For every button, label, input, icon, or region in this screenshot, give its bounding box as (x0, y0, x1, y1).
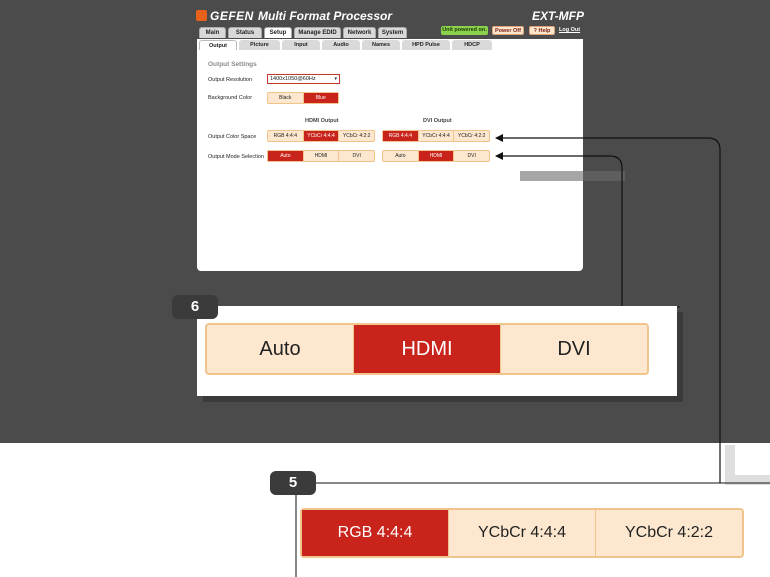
output-mode-zoom: Auto HDMI DVI (205, 323, 649, 375)
brand-logo-text: GEFEN (210, 9, 254, 23)
dvi-ycbcr422-option[interactable]: YCbCr 4:2:2 (454, 131, 489, 141)
header: GEFEN Multi Format Processor EXT-MFP (196, 9, 586, 25)
color-space-label: Output Color Space (208, 134, 257, 140)
dvi-ycbcr444-option[interactable]: YCbCr 4:4:4 (419, 131, 455, 141)
tab-manage-edid[interactable]: Manage EDID (294, 27, 341, 38)
dvi-output-mode-selector: Auto HDMI DVI (382, 150, 490, 162)
callout-badge-5: 5 (270, 471, 316, 495)
help-button[interactable]: ? Help (529, 26, 555, 35)
hdmi-ycbcr444-option[interactable]: YCbCr 4:4:4 (303, 131, 340, 141)
dvi-mode-auto-option[interactable]: Auto (383, 151, 419, 161)
subtab-picture[interactable]: Picture (239, 40, 280, 50)
hdmi-mode-hdmi-option[interactable]: HDMI (304, 151, 340, 161)
background-color-selector: Black Blue (267, 92, 339, 104)
settings-panel: Output Picture Input Audio Names HPD Pul… (197, 39, 583, 271)
dropdown-arrow-icon: ▾ (334, 76, 337, 82)
tab-setup[interactable]: Setup (264, 27, 292, 38)
background-blue-option[interactable]: Blue (303, 93, 338, 103)
zoom-mode-auto-option[interactable]: Auto (207, 325, 354, 373)
hdmi-rgb444-option[interactable]: RGB 4:4:4 (268, 131, 304, 141)
app-title: Multi Format Processor (258, 9, 393, 23)
hdmi-mode-auto-option[interactable]: Auto (268, 151, 304, 161)
tab-system[interactable]: System (378, 27, 407, 38)
hdmi-ycbcr422-option[interactable]: YCbCr 4:2:2 (339, 131, 374, 141)
subtab-names[interactable]: Names (362, 40, 400, 50)
resolution-label: Output Resolution (208, 77, 253, 83)
dvi-color-space-selector: RGB 4:4:4 YCbCr 4:4:4 YCbCr 4:2:2 (382, 130, 490, 142)
hdmi-mode-dvi-option[interactable]: DVI (339, 151, 374, 161)
resolution-value: 1400x1050@60Hz (270, 76, 316, 82)
hdmi-output-mode-selector: Auto HDMI DVI (267, 150, 375, 162)
dvi-mode-hdmi-option[interactable]: HDMI (418, 151, 455, 161)
tab-network[interactable]: Network (343, 27, 376, 38)
callout-badge-6: 6 (172, 295, 218, 319)
zoom-mode-hdmi-option[interactable]: HDMI (354, 325, 501, 373)
color-space-zoom: RGB 4:4:4 YCbCr 4:4:4 YCbCr 4:2:2 (300, 508, 744, 558)
output-mode-label: Output Mode Selection (208, 154, 264, 160)
subtab-hdcp[interactable]: HDCP (452, 40, 492, 50)
zoom-ycbcr444-option[interactable]: YCbCr 4:4:4 (449, 510, 596, 556)
subtab-audio[interactable]: Audio (322, 40, 360, 50)
dvi-mode-dvi-option[interactable]: DVI (454, 151, 489, 161)
logout-link[interactable]: Log Out (559, 26, 580, 35)
power-off-button[interactable]: Power Off (492, 26, 524, 35)
hdmi-output-header: HDMI Output (305, 118, 339, 124)
subtab-input[interactable]: Input (282, 40, 320, 50)
background-black-option[interactable]: Black (268, 93, 304, 103)
subtabs: Output Picture Input Audio Names HPD Pul… (199, 40, 581, 50)
resolution-select[interactable]: 1400x1050@60Hz ▾ (267, 74, 340, 84)
subtab-output[interactable]: Output (199, 40, 237, 50)
subtab-hpd-pulse[interactable]: HPD Pulse (402, 40, 450, 50)
dvi-rgb444-option[interactable]: RGB 4:4:4 (383, 131, 419, 141)
hdmi-color-space-selector: RGB 4:4:4 YCbCr 4:4:4 YCbCr 4:2:2 (267, 130, 375, 142)
gefen-logo-icon (196, 10, 207, 21)
unit-powered-status: Unit powered on. (441, 26, 488, 35)
background-label: Background Color (208, 95, 253, 101)
tab-status[interactable]: Status (228, 27, 262, 38)
section-title: Output Settings (208, 61, 257, 68)
model-name: EXT-MFP (531, 9, 584, 23)
tab-main[interactable]: Main (199, 27, 226, 38)
zoom-mode-dvi-option[interactable]: DVI (501, 325, 647, 373)
dvi-output-header: DVI Output (423, 118, 452, 124)
zoom-rgb444-option[interactable]: RGB 4:4:4 (302, 510, 449, 556)
zoom-ycbcr422-option[interactable]: YCbCr 4:2:2 (596, 510, 742, 556)
